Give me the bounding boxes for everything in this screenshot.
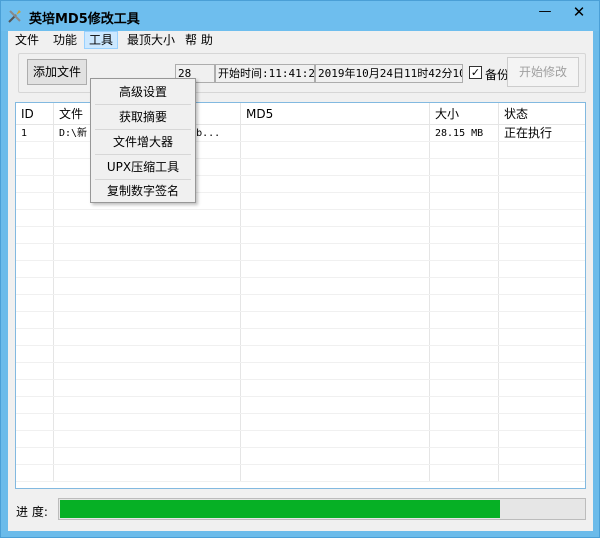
menu-item-get-digest[interactable]: 获取摘要 (93, 106, 193, 128)
column-header-size[interactable]: 大小 (430, 103, 499, 124)
empty-row (16, 227, 585, 244)
column-header-id[interactable]: ID (16, 103, 54, 124)
window-title: 英培MD5修改工具 (29, 12, 140, 27)
current-datetime-field: 2019年10月24日11时42分10秒 (315, 64, 463, 83)
menu-help[interactable]: 帮 助 (180, 31, 218, 49)
cell-status: 正在执行 (504, 126, 553, 140)
menu-file[interactable]: 文件 (10, 31, 44, 49)
empty-row (16, 414, 585, 431)
app-tools-icon (7, 8, 23, 24)
backup-checkbox[interactable]: ✓ (469, 66, 482, 79)
start-modify-button[interactable]: 开始修改 (507, 57, 579, 87)
cell-md5 (241, 125, 430, 141)
column-header-status[interactable]: 状态 (499, 103, 585, 124)
empty-row (16, 312, 585, 329)
minimize-button[interactable]: — (531, 1, 559, 23)
cell-size: 28.15 MB (430, 125, 499, 141)
cell-id: 1 (16, 125, 54, 141)
empty-row (16, 380, 585, 397)
empty-row (16, 261, 585, 278)
menu-function[interactable]: 功能 (48, 31, 82, 49)
menu-item-file-enlarger[interactable]: 文件增大器 (93, 131, 193, 153)
menu-topmost-size[interactable]: 最顶大小 (122, 31, 180, 49)
empty-row (16, 329, 585, 346)
menu-bar: 文件 功能 工具 最顶大小 帮 助 (8, 31, 593, 49)
progress-fill (60, 500, 500, 518)
empty-row (16, 244, 585, 261)
start-time-field: 开始时间:11:41:26 (215, 64, 315, 83)
backup-label[interactable]: 备份 (485, 66, 509, 83)
menu-item-copy-signature[interactable]: 复制数字签名 (93, 180, 193, 202)
menu-tools[interactable]: 工具 (84, 31, 119, 49)
close-button[interactable]: ✕ (559, 1, 599, 23)
menu-separator (95, 154, 191, 155)
empty-row (16, 363, 585, 380)
menu-separator (95, 129, 191, 130)
progress-bar (58, 498, 586, 520)
tools-dropdown-menu: 高级设置 获取摘要 文件增大器 UPX压缩工具 复制数字签名 (90, 78, 196, 203)
menu-item-upx-compress[interactable]: UPX压缩工具 (93, 156, 193, 178)
menu-item-advanced-settings[interactable]: 高级设置 (93, 81, 193, 103)
empty-row (16, 278, 585, 295)
empty-row (16, 295, 585, 312)
empty-row (16, 431, 585, 448)
client-area: 文件 功能 工具 最顶大小 帮 助 添加文件 28 开始时间:11:41:26 … (8, 31, 593, 531)
cell-file-head: D:\新 (59, 128, 88, 139)
empty-row (16, 346, 585, 363)
empty-row (16, 448, 585, 465)
menu-separator (95, 104, 191, 105)
add-file-button[interactable]: 添加文件 (27, 59, 87, 85)
column-header-md5[interactable]: MD5 (241, 103, 430, 124)
empty-row (16, 465, 585, 482)
empty-row (16, 397, 585, 414)
empty-row (16, 210, 585, 227)
app-window: 英培MD5修改工具 — ✕ 文件 功能 工具 最顶大小 帮 助 添加文件 28 … (0, 0, 600, 538)
title-bar[interactable]: 英培MD5修改工具 — ✕ (1, 1, 599, 31)
progress-label: 进 度: (16, 505, 48, 519)
